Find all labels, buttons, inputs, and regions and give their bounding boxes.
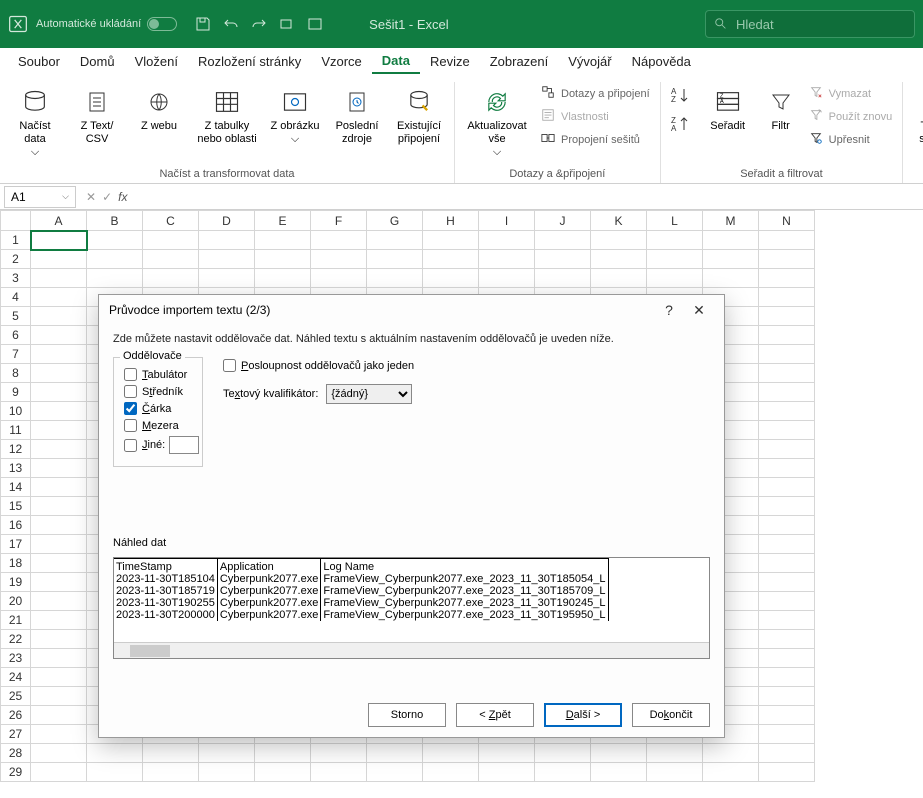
menu-tab-nápověda[interactable]: Nápověda [622, 50, 701, 73]
cancel-icon[interactable]: ✕ [86, 190, 96, 204]
menu-tab-zobrazení[interactable]: Zobrazení [480, 50, 559, 73]
ribbon-group-label: Načíst a transformovat data [159, 165, 294, 183]
refresh-all-button[interactable]: Aktualizovat vše ⌵ [461, 82, 533, 162]
search-box[interactable]: Hledat [705, 10, 915, 38]
consecutive-delimiters-checkbox[interactable]: Posloupnost oddělovačů jako jeden [223, 357, 710, 374]
svg-text:A: A [671, 124, 677, 133]
text-qualifier-select[interactable]: {žádný} [326, 384, 412, 404]
preview-scrollbar[interactable] [114, 642, 709, 658]
menu-tab-rozložení stránky[interactable]: Rozložení stránky [188, 50, 311, 73]
search-placeholder: Hledat [736, 17, 774, 32]
text-to-columns-button[interactable]: Text do sloupců [909, 82, 923, 148]
delimiter-comma-checkbox[interactable]: Čárka [124, 400, 192, 417]
preview-table: TimeStampApplicationLog Name2023-11-30T1… [114, 558, 609, 621]
search-icon [714, 17, 728, 31]
title-bar: Automatické ukládání Sešit1 - Excel Hled… [0, 0, 923, 48]
autosave-toggle[interactable]: Automatické ukládání [36, 17, 177, 31]
existing-connections-button[interactable]: Existující připojení [390, 82, 448, 148]
autosave-label: Automatické ukládání [36, 18, 141, 30]
sort-desc-button[interactable]: ZA [671, 115, 691, 138]
clear-filter-button: Vymazat [805, 82, 897, 105]
undo-icon[interactable] [217, 10, 245, 38]
svg-text:A: A [720, 99, 724, 105]
properties-button: Vlastnosti [537, 105, 654, 128]
menu-bar: SouborDomůVloženíRozložení stránkyVzorce… [0, 48, 923, 76]
delimiter-other-input[interactable] [169, 436, 199, 454]
qat-icon2[interactable] [301, 10, 329, 38]
preview-box: TimeStampApplicationLog Name2023-11-30T1… [113, 557, 710, 659]
delimiter-semicolon-checkbox[interactable]: Středník [124, 383, 192, 400]
qat-icon[interactable] [273, 10, 301, 38]
delimiter-tab-checkbox[interactable]: Tabulátor [124, 366, 192, 383]
formula-bar: A1⌵ ✕ ✓ fx [0, 184, 923, 210]
menu-tab-revize[interactable]: Revize [420, 50, 480, 73]
text-import-wizard-dialog: Průvodce importem textu (2/3) ? ✕ Zde mů… [98, 294, 725, 738]
reapply-button: Použít znovu [805, 105, 897, 128]
delimiters-fieldset: Oddělovače Tabulátor Středník Čárka Meze… [113, 357, 203, 467]
delimiter-space-checkbox[interactable]: Mezera [124, 417, 192, 434]
menu-tab-soubor[interactable]: Soubor [8, 50, 70, 73]
recent-sources-button[interactable]: Poslední zdroje [328, 82, 386, 148]
text-qualifier-label: Textový kvalifikátor: [223, 388, 318, 400]
cancel-button[interactable]: Storno [368, 703, 446, 727]
back-button[interactable]: < Zpět [456, 703, 534, 727]
get-data-button[interactable]: Načíst data ⌵ [6, 82, 64, 162]
preview-label: Náhled dat [113, 537, 710, 549]
ribbon-group-label: Dotazy a &připojení [509, 165, 605, 183]
svg-text:Z: Z [671, 95, 676, 104]
sort-button[interactable]: ZASeřadit [699, 82, 757, 135]
name-box[interactable]: A1⌵ [4, 186, 76, 208]
from-text-csv-button[interactable]: Z Text/ CSV [68, 82, 126, 148]
confirm-icon[interactable]: ✓ [102, 190, 112, 204]
sort-asc-button[interactable]: AZ [671, 86, 691, 109]
help-button[interactable]: ? [654, 302, 684, 318]
next-button[interactable]: Další > [544, 703, 622, 727]
menu-tab-data[interactable]: Data [372, 49, 420, 74]
from-table-button[interactable]: Z tabulky nebo oblasti [192, 82, 262, 148]
finish-button[interactable]: Dokončit [632, 703, 710, 727]
document-title: Sešit1 - Excel [369, 17, 448, 32]
delimiter-other-checkbox[interactable]: Jiné: [124, 434, 192, 456]
menu-tab-vývojář[interactable]: Vývojář [558, 50, 621, 73]
redo-icon[interactable] [245, 10, 273, 38]
fx-icon[interactable]: fx [118, 190, 127, 204]
advanced-filter-button[interactable]: Upřesnit [805, 128, 897, 151]
save-icon[interactable] [189, 10, 217, 38]
close-button[interactable]: ✕ [684, 302, 714, 319]
from-picture-button[interactable]: Z obrázku ⌵ [266, 82, 324, 148]
dialog-description: Zde můžete nastavit oddělovače dat. Náhl… [113, 333, 710, 345]
ribbon: Načíst data ⌵ Z Text/ CSV Z webu Z tabul… [0, 76, 923, 184]
queries-connections-button[interactable]: Dotazy a připojení [537, 82, 654, 105]
excel-icon [8, 14, 28, 34]
menu-tab-domů[interactable]: Domů [70, 50, 125, 73]
from-web-button[interactable]: Z webu [130, 82, 188, 135]
delimiters-legend: Oddělovače [120, 350, 185, 362]
filter-button[interactable]: Filtr [761, 82, 801, 135]
dialog-title: Průvodce importem textu (2/3) [109, 303, 270, 317]
ribbon-group-label: Seřadit a filtrovat [740, 165, 823, 183]
workbook-links-button[interactable]: Propojení sešitů [537, 128, 654, 151]
dialog-titlebar[interactable]: Průvodce importem textu (2/3) ? ✕ [99, 295, 724, 325]
menu-tab-vzorce[interactable]: Vzorce [311, 50, 371, 73]
menu-tab-vložení[interactable]: Vložení [125, 50, 188, 73]
